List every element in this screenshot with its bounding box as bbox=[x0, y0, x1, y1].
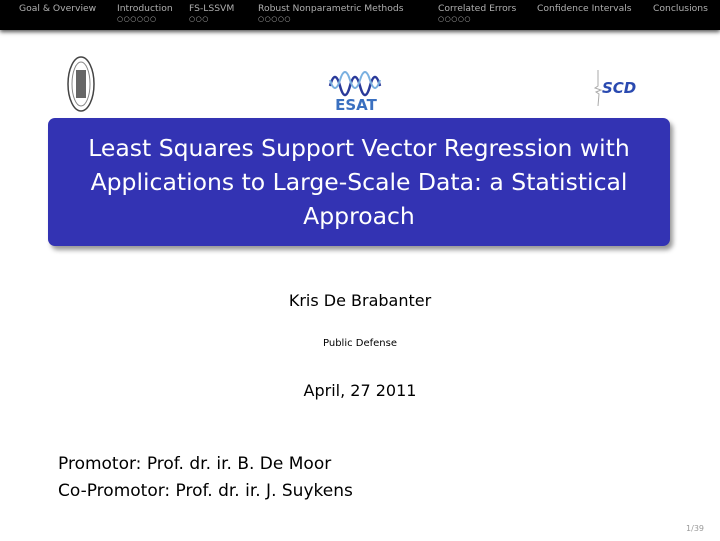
author: Kris De Brabanter bbox=[288, 291, 432, 310]
svg-text:ESAT: ESAT bbox=[335, 96, 377, 112]
co-promotor: Co-Promotor: Prof. dr. ir. J. Suykens bbox=[58, 481, 353, 501]
nav-robust-dots[interactable]: ○○○○○ bbox=[258, 15, 291, 23]
title-box: Least Squares Support Vector Regression … bbox=[48, 118, 670, 246]
nav-fs-lssvm-dots[interactable]: ○○○ bbox=[189, 15, 209, 23]
presentation-title: Least Squares Support Vector Regression … bbox=[88, 134, 630, 230]
scd-logo: SCD bbox=[593, 70, 636, 107]
nav-conclusions[interactable]: Conclusions bbox=[653, 3, 708, 14]
nav-fs-lssvm[interactable]: FS-LSSVM bbox=[189, 3, 234, 14]
nav-robust[interactable]: Robust Nonparametric Methods bbox=[258, 3, 404, 14]
nav-introduction[interactable]: Introduction bbox=[117, 3, 173, 14]
nav-correlated-errors[interactable]: Correlated Errors bbox=[438, 3, 516, 14]
nav-correlated-dots[interactable]: ○○○○○ bbox=[438, 15, 471, 23]
svg-text:SCD: SCD bbox=[602, 79, 636, 97]
navigation-bar: Goal & Overview Introduction ○○○○○○ FS-L… bbox=[0, 0, 720, 30]
date: April, 27 2011 bbox=[303, 381, 417, 400]
promotor: Promotor: Prof. dr. ir. B. De Moor bbox=[58, 454, 332, 474]
university-seal-logo bbox=[67, 56, 95, 112]
nav-introduction-dots[interactable]: ○○○○○○ bbox=[117, 15, 157, 23]
page-number: 1/39 bbox=[686, 524, 704, 533]
esat-logo: ESAT bbox=[328, 71, 382, 112]
nav-confidence-intervals[interactable]: Confidence Intervals bbox=[537, 3, 632, 14]
institute: Public Defense bbox=[323, 338, 397, 349]
nav-goal-overview[interactable]: Goal & Overview bbox=[19, 3, 96, 14]
